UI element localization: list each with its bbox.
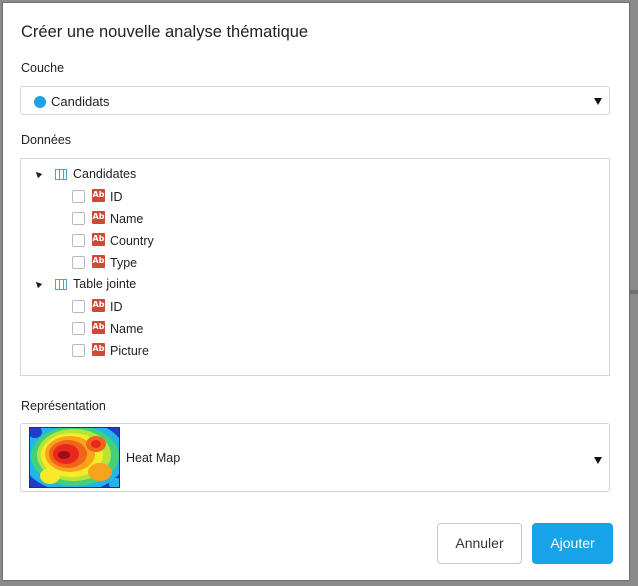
collapse-triangle-icon[interactable] [33,279,43,289]
tree-group-label: Candidates [73,167,137,181]
caret-down-icon [594,457,602,464]
tree-field-row: Ab ID [21,297,609,317]
tree-field-row: Ab Picture [21,341,609,361]
field-checkbox[interactable] [72,256,85,269]
thematic-analysis-dialog: Créer une nouvelle analyse thématique Co… [3,3,629,580]
layer-label: Couche [21,61,65,75]
tree-field-row: Ab Name [21,319,609,339]
text-field-icon: Ab [92,211,105,224]
field-checkbox[interactable] [72,322,85,335]
tree-field-row: Ab ID [21,187,609,207]
collapse-triangle-icon[interactable] [33,169,43,179]
layer-color-dot-icon [34,96,46,108]
tree-field-row: Ab Type [21,253,609,273]
field-label: Country [110,234,154,248]
field-label: ID [110,300,123,314]
layer-select[interactable]: Candidats [20,86,610,115]
dialog-title: Créer une nouvelle analyse thématique [21,23,309,41]
tree-group-joined-table: Table jointe [21,275,609,295]
text-field-icon: Ab [92,233,105,246]
text-field-icon: Ab [92,321,105,334]
representation-select[interactable]: Heat Map [20,423,610,492]
tree-field-row: Ab Name [21,209,609,229]
text-field-icon: Ab [92,189,105,202]
field-checkbox[interactable] [72,190,85,203]
field-label: Name [110,212,144,226]
data-label: Données [21,133,72,147]
field-checkbox[interactable] [72,300,85,313]
tree-field-row: Ab Country [21,231,609,251]
text-field-icon: Ab [92,343,105,356]
caret-down-icon [594,98,602,105]
text-field-icon: Ab [92,299,105,312]
data-tree: Candidates Ab ID Ab Name Ab Country Ab T… [20,158,610,376]
field-label: Type [110,256,138,270]
field-label: Name [110,322,144,336]
tree-group-label: Table jointe [73,277,137,291]
representation-label: Représentation [21,399,106,413]
table-icon [55,279,67,290]
cancel-button[interactable]: Annuler [437,523,522,564]
field-checkbox[interactable] [72,234,85,247]
field-label: ID [110,190,123,204]
tree-group-candidates: Candidates [21,165,609,185]
text-field-icon: Ab [92,255,105,268]
heatmap-preview-icon [29,427,120,488]
field-label: Picture [110,344,149,358]
field-checkbox[interactable] [72,212,85,225]
field-checkbox[interactable] [72,344,85,357]
add-button[interactable]: Ajouter [532,523,613,564]
background-shadow [629,290,638,294]
layer-selected-value: Candidats [51,94,110,109]
representation-selected-value: Heat Map [126,451,181,465]
table-icon [55,169,67,180]
